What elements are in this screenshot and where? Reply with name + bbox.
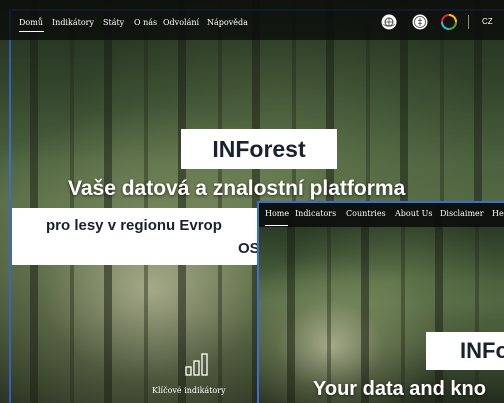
brand-title-en: INFo bbox=[460, 338, 504, 363]
nav-en-active-underline bbox=[265, 225, 288, 226]
fao-icon[interactable] bbox=[412, 14, 428, 30]
overlay-window-en: Home Indicators Countries About Us Discl… bbox=[257, 201, 504, 403]
hero-headline-en: Your data and kno bbox=[313, 378, 486, 400]
brand-box: INForest bbox=[181, 129, 337, 169]
brand-title: INForest bbox=[212, 135, 306, 162]
nav-indicators[interactable]: Indikátory bbox=[52, 18, 94, 27]
subheading-box: pro lesy v regionu Evrop OS bbox=[12, 208, 268, 265]
sdg-wheel-icon[interactable] bbox=[441, 14, 457, 30]
key-indicators-link[interactable]: Klíčové indikátory bbox=[152, 386, 226, 395]
nav-disclaimer[interactable]: Odvolání bbox=[163, 18, 199, 27]
un-emblem-icon[interactable] bbox=[381, 14, 397, 30]
nav-countries[interactable]: Státy bbox=[103, 18, 124, 27]
nav-home[interactable]: Domů bbox=[19, 18, 43, 27]
nav-en-about[interactable]: About Us bbox=[395, 209, 432, 218]
nav-about[interactable]: O nás bbox=[134, 18, 157, 27]
top-navigation-en: Home Indicators Countries About Us Discl… bbox=[257, 201, 504, 227]
nav-en-indicators[interactable]: Indicators bbox=[295, 209, 336, 218]
nav-active-underline bbox=[19, 31, 44, 32]
nav-separator bbox=[468, 15, 469, 29]
top-navigation: Domů Indikátory Státy O nás Odvolání Náp… bbox=[0, 0, 504, 40]
subheading-line-1: pro lesy v regionu Evrop bbox=[46, 217, 222, 234]
nav-en-help[interactable]: He bbox=[492, 209, 504, 218]
overlay-border bbox=[257, 201, 504, 403]
language-switch[interactable]: CZ bbox=[482, 17, 493, 26]
nav-en-disclaimer[interactable]: Disclaimer bbox=[440, 209, 484, 218]
bar-chart-icon[interactable] bbox=[185, 352, 209, 376]
nav-en-countries[interactable]: Countries bbox=[346, 209, 386, 218]
hero-headline: Vaše datová a znalostní platforma bbox=[68, 177, 406, 200]
nav-en-home[interactable]: Home bbox=[265, 209, 289, 218]
nav-help[interactable]: Nápověda bbox=[207, 18, 248, 27]
brand-box-en: INFo bbox=[426, 332, 504, 370]
